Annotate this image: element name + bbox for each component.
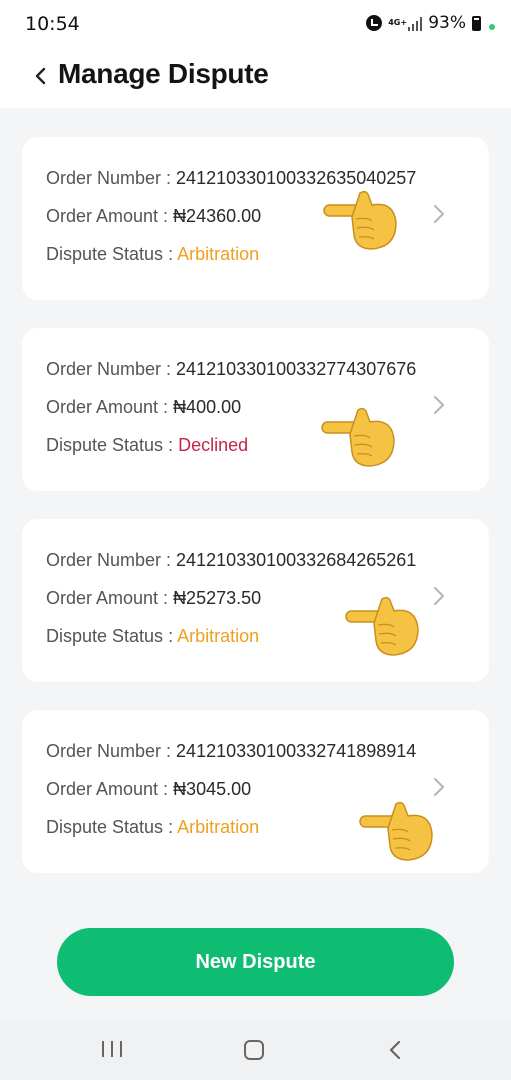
dispute-status-row: Dispute Status : Arbitration: [46, 817, 259, 838]
order-number-row: Order Number : 241210330100332741898914: [46, 741, 416, 762]
order-amount-row: Order Amount : ₦25273.50: [46, 588, 261, 609]
chevron-left-icon: [35, 67, 46, 85]
header: Manage Dispute: [0, 52, 511, 100]
order-amount-value: ₦25273.50: [173, 588, 262, 608]
dispute-status-label: Dispute Status :: [46, 626, 178, 646]
order-amount-label: Order Amount :: [46, 779, 174, 799]
back-button[interactable]: [28, 62, 52, 90]
status-bar: 10:54 4G+ 93%: [0, 0, 511, 46]
page-title: Manage Dispute: [58, 58, 269, 89]
chevron-right-icon: [434, 396, 444, 414]
battery-percent: 93%: [428, 13, 466, 33]
home-button[interactable]: [244, 1040, 264, 1060]
order-amount-label: Order Amount :: [46, 397, 174, 417]
status-badge: Arbitration: [177, 817, 260, 837]
new-dispute-button[interactable]: New Dispute: [57, 928, 454, 996]
backhand-index-pointing-left-icon: [323, 190, 397, 250]
order-amount-value: ₦3045.00: [173, 779, 252, 799]
dispute-status-row: Dispute Status : Declined: [46, 435, 248, 456]
backhand-index-pointing-left-icon: [359, 801, 433, 861]
top-bar: 10:54 4G+ 93% Manage Dispute: [0, 0, 511, 108]
order-number-label: Order Number :: [46, 550, 177, 570]
status-time: 10:54: [25, 13, 80, 35]
order-amount-row: Order Amount : ₦400.00: [46, 397, 241, 418]
order-number-value: 241210330100332774307676: [176, 359, 417, 379]
recents-button[interactable]: [102, 1041, 122, 1059]
order-number-label: Order Number :: [46, 168, 177, 188]
signal-icon: [408, 16, 423, 31]
notification-dot-icon: [489, 24, 495, 30]
system-back-button[interactable]: [388, 1039, 402, 1061]
dispute-status-row: Dispute Status : Arbitration: [46, 626, 259, 647]
order-number-value: 241210330100332684265261: [176, 550, 417, 570]
chevron-right-icon: [434, 205, 444, 223]
status-icons: 4G+ 93%: [366, 12, 495, 34]
network-type: 4G+: [388, 18, 408, 27]
dispute-status-row: Dispute Status : Arbitration: [46, 244, 259, 265]
alarm-icon: [366, 15, 383, 31]
chevron-right-icon: [434, 587, 444, 605]
dispute-status-label: Dispute Status :: [46, 435, 179, 455]
order-number-row: Order Number : 241210330100332635040257: [46, 168, 416, 189]
dispute-status-label: Dispute Status :: [46, 244, 178, 264]
order-number-label: Order Number :: [46, 741, 177, 761]
status-badge: Arbitration: [177, 244, 260, 264]
chevron-right-icon: [434, 778, 444, 796]
order-amount-label: Order Amount :: [46, 206, 174, 226]
backhand-index-pointing-left-icon: [345, 596, 419, 656]
battery-icon: [472, 15, 481, 31]
dispute-card[interactable]: Order Number : 241210330100332774307676 …: [22, 328, 489, 491]
dispute-card[interactable]: Order Number : 241210330100332741898914 …: [22, 710, 489, 873]
order-amount-value: ₦24360.00: [173, 206, 262, 226]
order-amount-value: ₦400.00: [173, 397, 242, 417]
dispute-status-label: Dispute Status :: [46, 817, 178, 837]
dispute-card[interactable]: Order Number : 241210330100332635040257 …: [22, 137, 489, 300]
backhand-index-pointing-left-icon: [321, 407, 395, 467]
system-nav-bar: [0, 1020, 511, 1080]
order-amount-row: Order Amount : ₦24360.00: [46, 206, 261, 227]
status-badge: Declined: [178, 435, 249, 455]
order-number-value: 241210330100332635040257: [176, 168, 417, 188]
order-number-label: Order Number :: [46, 359, 177, 379]
order-amount-row: Order Amount : ₦3045.00: [46, 779, 251, 800]
order-number-row: Order Number : 241210330100332684265261: [46, 550, 416, 571]
status-badge: Arbitration: [177, 626, 260, 646]
order-amount-label: Order Amount :: [46, 588, 174, 608]
dispute-card[interactable]: Order Number : 241210330100332684265261 …: [22, 519, 489, 682]
order-number-row: Order Number : 241210330100332774307676: [46, 359, 416, 380]
order-number-value: 241210330100332741898914: [176, 741, 417, 761]
